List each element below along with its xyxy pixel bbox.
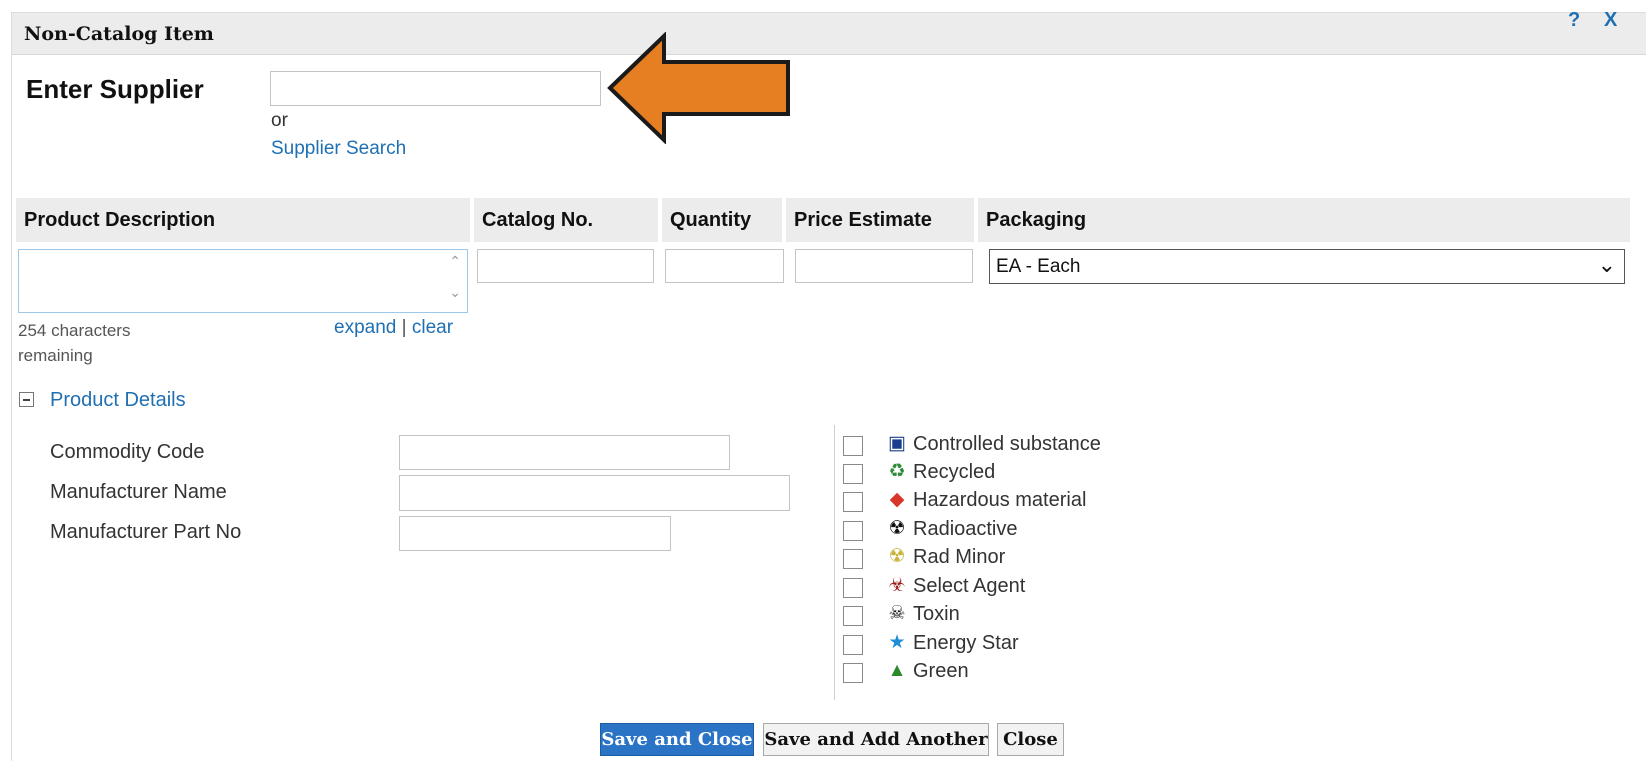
manufacturer-name-input[interactable]: [399, 475, 790, 511]
scroll-up-icon[interactable]: ⌃: [449, 253, 461, 270]
enter-supplier-label: Enter Supplier: [26, 74, 204, 104]
expand-clear-links: expand | clear: [334, 317, 453, 339]
recycle-icon: ♻: [888, 461, 906, 482]
packaging-select[interactable]: EA - Each ⌄: [989, 249, 1625, 284]
characters-remaining: 254 characters remaining: [18, 321, 131, 365]
radioactive-icon: ☢: [888, 518, 906, 539]
commodity-code-label: Commodity Code: [50, 441, 205, 463]
hazard-diamond-icon: ◆: [889, 489, 905, 510]
column-header-catalog-no: Catalog No.: [474, 198, 658, 242]
green-checkbox[interactable]: [843, 663, 863, 683]
toxin-checkbox[interactable]: [843, 606, 863, 626]
product-description-textarea[interactable]: ⌃ ⌄: [18, 249, 468, 313]
rad-minor-checkbox[interactable]: [843, 549, 863, 569]
column-header-product-description: Product Description: [16, 198, 470, 242]
toxin-label: Toxin: [913, 603, 960, 625]
packaging-selected-value: EA - Each: [996, 256, 1081, 277]
manufacturer-part-no-label: Manufacturer Part No: [50, 521, 242, 543]
catalog-no-input[interactable]: [477, 249, 654, 283]
clear-link[interactable]: clear: [412, 317, 453, 338]
manufacturer-name-label: Manufacturer Name: [50, 481, 227, 503]
select-agent-label: Select Agent: [913, 575, 1026, 597]
dialog-title-bar: Non-Catalog Item: [12, 13, 1646, 55]
commodity-code-input[interactable]: [399, 435, 730, 470]
skull-icon: ☠: [888, 603, 906, 624]
select-agent-checkbox[interactable]: [843, 578, 863, 598]
tree-icon: ▲: [887, 660, 907, 681]
flags-divider: [834, 425, 835, 700]
radioactive-label: Radioactive: [913, 518, 1018, 540]
green-label: Green: [913, 660, 969, 682]
save-and-add-another-button[interactable]: Save and Add Another: [763, 723, 989, 756]
collapse-toggle-icon[interactable]: [19, 392, 34, 407]
energy-star-label: Energy Star: [913, 632, 1019, 654]
link-separator: |: [401, 317, 407, 338]
quantity-input[interactable]: [665, 249, 784, 283]
column-header-packaging: Packaging: [978, 198, 1630, 242]
recycled-label: Recycled: [913, 461, 996, 483]
chevron-down-icon: ⌄: [1597, 252, 1616, 277]
close-dialog-button[interactable]: X: [1604, 9, 1617, 32]
save-and-close-button[interactable]: Save and Close: [600, 723, 754, 756]
pointer-arrow-icon: [607, 32, 790, 144]
non-catalog-item-dialog: Non-Catalog Item: [11, 12, 1646, 761]
column-header-quantity: Quantity: [662, 198, 782, 242]
controlled-substance-checkbox[interactable]: [843, 436, 863, 456]
supplier-search-link[interactable]: Supplier Search: [271, 138, 406, 160]
dialog-title: Non-Catalog Item: [24, 23, 214, 45]
hazardous-material-label: Hazardous material: [913, 489, 1087, 511]
recycled-checkbox[interactable]: [843, 464, 863, 484]
energy-star-checkbox[interactable]: [843, 635, 863, 655]
column-header-price-estimate: Price Estimate: [786, 198, 974, 242]
hazardous-material-checkbox[interactable]: [843, 492, 863, 512]
controlled-substance-label: Controlled substance: [913, 433, 1101, 455]
biohazard-icon: ☣: [888, 575, 906, 596]
expand-link[interactable]: expand: [334, 317, 396, 338]
price-estimate-input[interactable]: [795, 249, 973, 283]
rad-minor-label: Rad Minor: [913, 546, 1006, 568]
supplier-input[interactable]: [270, 71, 601, 106]
radioactive-checkbox[interactable]: [843, 521, 863, 541]
product-details-link[interactable]: Product Details: [50, 389, 186, 412]
or-text: or: [271, 110, 288, 131]
help-button[interactable]: ?: [1568, 9, 1580, 32]
controlled-substance-icon: ▣: [888, 433, 906, 454]
close-button[interactable]: Close: [997, 723, 1064, 756]
rad-minor-icon: ☢: [888, 546, 906, 567]
energy-star-icon: ★: [888, 632, 906, 653]
manufacturer-part-no-input[interactable]: [399, 516, 671, 551]
scroll-down-icon[interactable]: ⌄: [449, 284, 461, 301]
